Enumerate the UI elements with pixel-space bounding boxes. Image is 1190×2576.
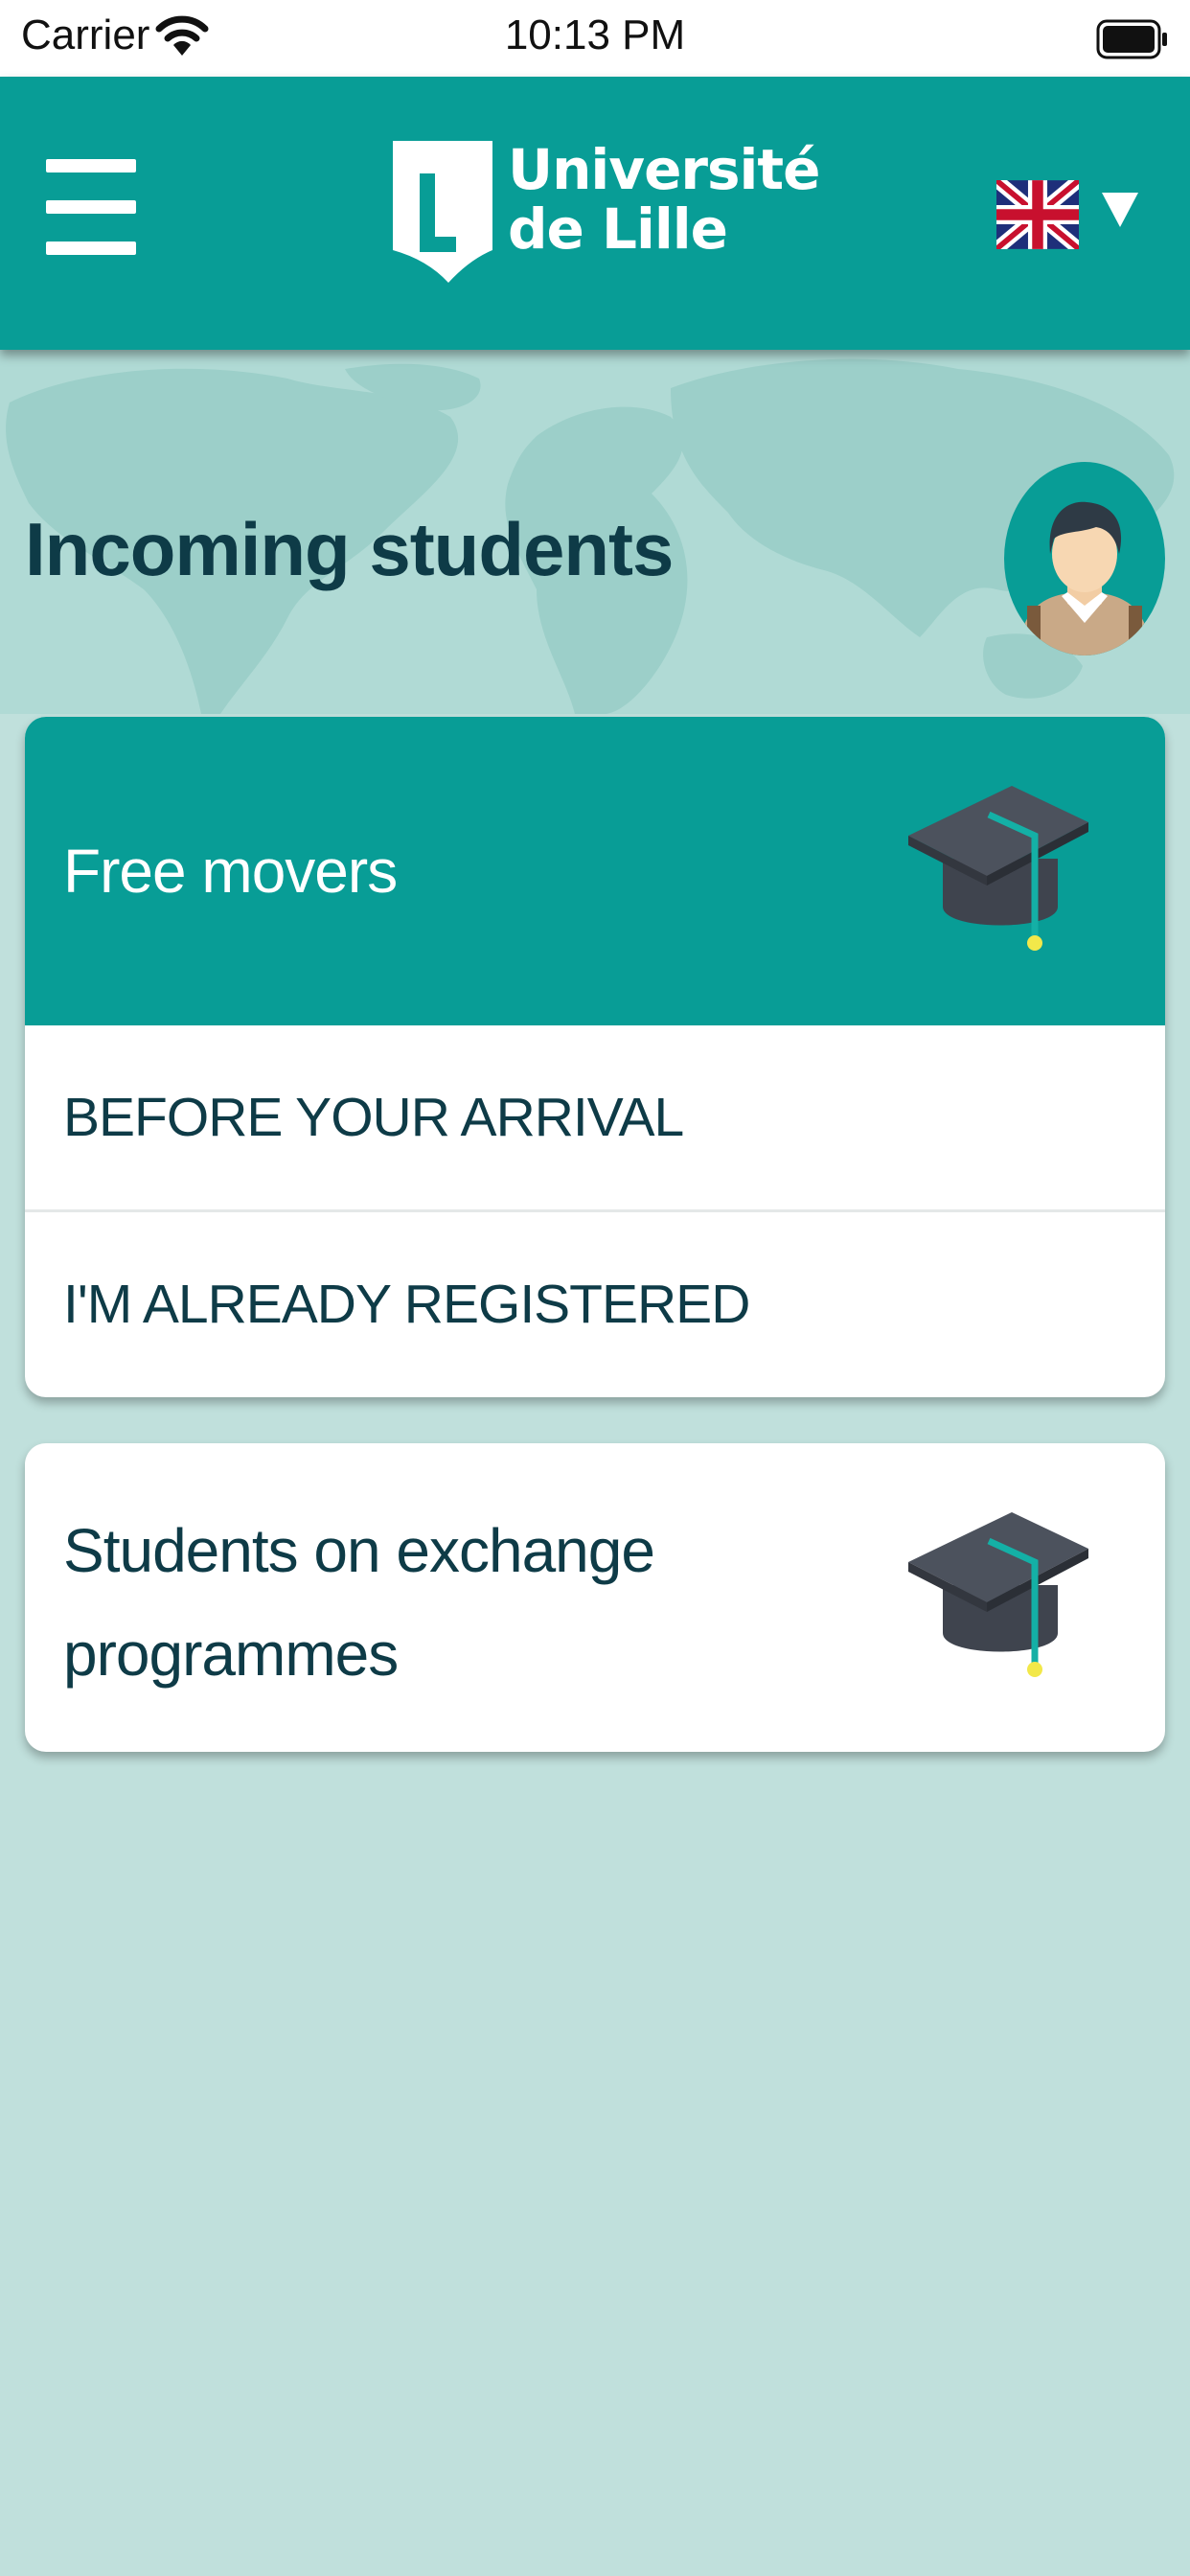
logo-line-1: Université <box>508 137 820 202</box>
status-time: 10:13 PM <box>504 12 686 58</box>
uk-flag-icon <box>996 180 1079 249</box>
hamburger-menu-icon[interactable] <box>46 159 136 255</box>
already-registered-item[interactable]: I'M ALREADY REGISTERED <box>25 1212 1165 1396</box>
free-movers-title: Free movers <box>63 837 398 906</box>
before-arrival-label: BEFORE YOUR ARRIVAL <box>63 1087 684 1148</box>
app-header: Université de Lille <box>0 77 1190 350</box>
exchange-programmes-card[interactable]: Students on exchange programmes <box>25 1443 1165 1752</box>
before-arrival-item[interactable]: BEFORE YOUR ARRIVAL <box>25 1025 1165 1212</box>
graduation-cap-icon <box>908 786 1088 951</box>
already-registered-label: I'M ALREADY REGISTERED <box>63 1274 750 1335</box>
university-logo-icon <box>393 141 492 283</box>
status-bar: Carrier 10:13 PM <box>0 0 1190 77</box>
graduation-cap-icon <box>908 1512 1088 1677</box>
free-movers-card: Free movers BEFORE YOUR ARRIVAL I'M ALRE… <box>25 717 1165 1397</box>
logo-line-2: de Lille <box>508 196 728 262</box>
exchange-programmes-title: Students on exchange programmes <box>63 1516 655 1689</box>
university-logo-text: Université de Lille <box>508 137 820 262</box>
page-title: Incoming students <box>25 507 674 591</box>
free-movers-header[interactable]: Free movers <box>25 717 1165 1025</box>
student-avatar <box>1004 462 1165 656</box>
battery-icon <box>1096 19 1167 59</box>
triangle-down-icon <box>1102 193 1138 227</box>
language-selector[interactable] <box>996 177 1150 254</box>
